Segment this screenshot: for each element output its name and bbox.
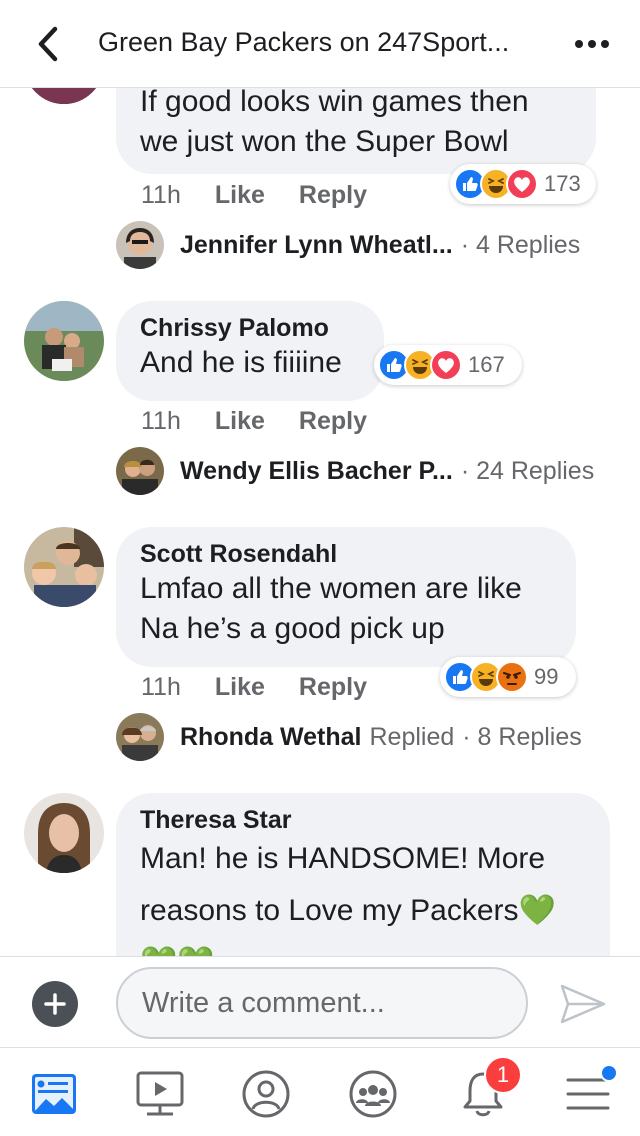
tab-news-feed[interactable] bbox=[26, 1066, 82, 1122]
reply-button[interactable]: Reply bbox=[299, 406, 367, 436]
comment-text-line: 💚💚 bbox=[140, 939, 586, 956]
tab-profile[interactable] bbox=[238, 1066, 294, 1122]
comment-actions: 11h Like Reply bbox=[141, 180, 367, 210]
like-button[interactable]: Like bbox=[215, 406, 265, 436]
reply-button[interactable]: Reply bbox=[299, 672, 367, 702]
reply-author: Rhonda Wethal bbox=[180, 722, 362, 751]
replied-label: Replied bbox=[369, 722, 455, 751]
reply-author: Jennifer Lynn Wheatl... bbox=[180, 230, 453, 259]
comment-text: If good looks win games then we just won… bbox=[140, 88, 529, 158]
angry-reaction-icon bbox=[496, 661, 528, 693]
plus-circle-icon bbox=[44, 993, 66, 1015]
more-options-button[interactable] bbox=[568, 26, 616, 62]
love-reaction-icon bbox=[506, 168, 538, 200]
avatar[interactable] bbox=[24, 527, 104, 607]
reply-author: Wendy Ellis Bacher P... bbox=[180, 456, 453, 485]
watch-icon bbox=[136, 1071, 184, 1116]
comment-actions: 11h Like Reply bbox=[141, 672, 367, 702]
comment-time: 11h bbox=[141, 181, 181, 209]
avatar bbox=[116, 713, 164, 761]
back-button[interactable] bbox=[28, 22, 68, 66]
avatar bbox=[116, 221, 164, 269]
reactions-summary[interactable]: 173 bbox=[450, 164, 596, 204]
comment-text: And he is fiiiine bbox=[140, 346, 342, 379]
notification-badge: 1 bbox=[484, 1056, 522, 1094]
comment-bubble[interactable]: If good looks win games then we just won… bbox=[116, 88, 596, 174]
reactions-summary[interactable]: 167 bbox=[374, 345, 522, 385]
like-button[interactable]: Like bbox=[215, 180, 265, 210]
reply-button[interactable]: Reply bbox=[299, 180, 367, 210]
replies-preview[interactable]: Wendy Ellis Bacher P... · 24 Replies bbox=[116, 447, 594, 495]
reaction-count: 99 bbox=[534, 664, 559, 689]
comment-time: 11h bbox=[141, 407, 181, 435]
reaction-count: 167 bbox=[468, 352, 505, 377]
tab-watch[interactable] bbox=[132, 1066, 188, 1122]
reaction-count: 173 bbox=[544, 171, 581, 196]
reply-count: · 4 Replies bbox=[460, 230, 581, 259]
comment-input[interactable] bbox=[116, 967, 528, 1039]
comment-text-line: Man! he is HANDSOME! More bbox=[140, 842, 546, 875]
add-attachment-button[interactable] bbox=[32, 981, 78, 1027]
news-feed-icon bbox=[32, 1074, 76, 1114]
comment-composer bbox=[0, 956, 640, 1048]
menu-notification-dot bbox=[600, 1064, 618, 1082]
chevron-left-icon bbox=[38, 26, 58, 62]
comment-time: 11h bbox=[141, 673, 181, 701]
comment-bubble[interactable]: Theresa Star Man! he is HANDSOME! More r… bbox=[116, 793, 610, 956]
bottom-tab-bar bbox=[0, 1048, 640, 1136]
replies-preview[interactable]: Rhonda Wethal Replied · 8 Replies bbox=[116, 713, 582, 761]
tab-groups[interactable] bbox=[345, 1066, 401, 1122]
avatar bbox=[116, 447, 164, 495]
send-button[interactable] bbox=[556, 981, 610, 1027]
more-dot bbox=[588, 40, 596, 48]
avatar[interactable] bbox=[24, 301, 104, 381]
comment-bubble[interactable]: Chrissy Palomo And he is fiiiine bbox=[116, 301, 384, 401]
more-dot bbox=[601, 40, 609, 48]
comment-bubble[interactable]: Scott Rosendahl Lmfao all the women are … bbox=[116, 527, 576, 667]
send-icon bbox=[560, 984, 606, 1024]
comment-text-line: reasons to Love my Packers💚 bbox=[140, 894, 556, 927]
avatar[interactable] bbox=[24, 88, 104, 104]
comment-text: Lmfao all the women are like Na he’s a g… bbox=[140, 572, 522, 645]
groups-icon bbox=[349, 1070, 397, 1118]
comment-author[interactable]: Scott Rosendahl bbox=[140, 539, 552, 569]
comment-author[interactable]: Theresa Star bbox=[140, 805, 586, 835]
profile-icon bbox=[242, 1070, 290, 1118]
like-button[interactable]: Like bbox=[215, 672, 265, 702]
more-dots-icon bbox=[575, 40, 583, 48]
reactions-summary[interactable]: 99 bbox=[440, 657, 576, 697]
replies-preview[interactable]: Jennifer Lynn Wheatl... · 4 Replies bbox=[116, 221, 580, 269]
love-reaction-icon bbox=[430, 349, 462, 381]
reply-count: · 8 Replies bbox=[462, 722, 582, 751]
comment-author[interactable]: Chrissy Palomo bbox=[140, 313, 360, 343]
avatar[interactable] bbox=[24, 793, 104, 873]
reply-count: · 24 Replies bbox=[460, 456, 595, 485]
top-bar: Green Bay Packers on 247Sport... bbox=[0, 0, 640, 88]
comments-list[interactable]: If good looks win games then we just won… bbox=[0, 88, 640, 956]
comment-actions: 11h Like Reply bbox=[141, 406, 367, 436]
page-title: Green Bay Packers on 247Sport... bbox=[98, 27, 510, 57]
